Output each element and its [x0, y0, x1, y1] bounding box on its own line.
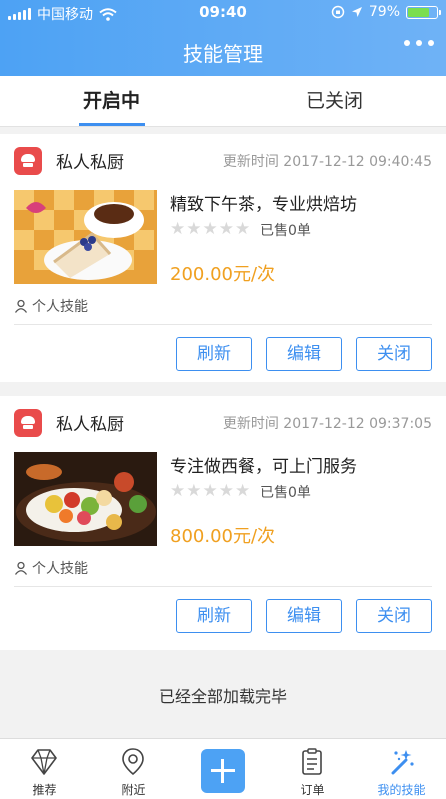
rotation-lock-icon: [331, 5, 345, 19]
tabbar-item-my-skills[interactable]: 我的技能: [357, 739, 446, 799]
refresh-button[interactable]: 刷新: [176, 337, 252, 371]
chef-hat-icon: [14, 147, 42, 175]
tabbar-item-orders[interactable]: 订单: [268, 739, 357, 799]
chef-hat-icon: [14, 409, 42, 437]
star-icon: ★: [235, 481, 251, 501]
status-tabs: 开启中 已关闭: [0, 76, 446, 127]
tabbar-item-recommend[interactable]: 推荐: [0, 739, 89, 799]
bottom-tab-bar: 推荐 附近 订单 我的技能: [0, 738, 446, 799]
skill-card[interactable]: 私人私厨 更新时间 2017-12-12 09:40:45 精致下午茶，专业烘焙…: [0, 134, 446, 382]
clipboard-icon: [302, 748, 322, 775]
edit-button[interactable]: 编辑: [266, 599, 342, 633]
more-dots-icon[interactable]: [404, 40, 434, 46]
magic-wand-icon: [391, 750, 414, 775]
price: 200.00元/次: [170, 264, 276, 285]
person-icon: [14, 299, 28, 313]
diamond-icon: [31, 749, 57, 775]
list-end-message: 已经全部加载完毕: [158, 687, 287, 706]
skill-title: 专注做西餐，可上门服务: [170, 457, 357, 477]
star-icon: ★: [170, 481, 186, 501]
tabbar-label: 推荐: [32, 783, 57, 797]
tabbar-label: 附近: [121, 783, 146, 797]
active-tab-indicator: [79, 123, 145, 126]
star-icon: ★: [186, 219, 202, 239]
rating-stars: ★ ★ ★ ★ ★: [170, 220, 250, 238]
battery-icon: [406, 5, 441, 19]
skill-type: 个人技能: [14, 558, 88, 578]
location-arrow-icon: [351, 7, 362, 17]
update-time: 更新时间 2017-12-12 09:40:45: [222, 154, 432, 170]
skill-title: 精致下午茶，专业烘焙坊: [170, 195, 357, 215]
star-icon: ★: [202, 219, 218, 239]
star-icon: ★: [218, 219, 234, 239]
divider: [14, 324, 432, 325]
update-time: 更新时间 2017-12-12 09:37:05: [222, 416, 432, 432]
star-icon: ★: [218, 481, 234, 501]
refresh-button[interactable]: 刷新: [176, 599, 252, 633]
star-icon: ★: [235, 219, 251, 239]
tabbar-item-nearby[interactable]: 附近: [89, 739, 178, 799]
close-button[interactable]: 关闭: [356, 599, 432, 633]
shop-name: 私人私厨: [56, 415, 124, 435]
skill-card[interactable]: 私人私厨 更新时间 2017-12-12 09:37:05 专注做西餐，可上门服…: [0, 396, 446, 650]
status-right: 79%: [331, 4, 441, 20]
tabbar-label: 订单: [300, 783, 325, 797]
battery-percent: 79%: [368, 4, 400, 20]
person-icon: [14, 561, 28, 575]
shop-name: 私人私厨: [56, 153, 124, 173]
skill-photo[interactable]: [14, 190, 157, 284]
skill-type-label: 个人技能: [32, 561, 88, 577]
star-icon: ★: [170, 219, 186, 239]
divider: [14, 586, 432, 587]
status-bar: 中国移动 09:40 79%: [0, 0, 446, 24]
close-button[interactable]: 关闭: [356, 337, 432, 371]
top-bar: 中国移动 09:40 79% 技能管理: [0, 0, 446, 76]
rating-stars: ★ ★ ★ ★ ★: [170, 482, 250, 500]
add-skill-button[interactable]: [201, 749, 245, 793]
edit-button[interactable]: 编辑: [266, 337, 342, 371]
tabbar-label: 我的技能: [377, 783, 426, 797]
page-title: 技能管理: [183, 42, 263, 66]
star-icon: ★: [186, 481, 202, 501]
location-pin-icon: [122, 748, 144, 776]
skill-type: 个人技能: [14, 296, 88, 316]
skill-type-label: 个人技能: [32, 299, 88, 315]
star-icon: ★: [202, 481, 218, 501]
skill-photo[interactable]: [14, 452, 157, 546]
tab-open[interactable]: 开启中: [0, 76, 223, 126]
price: 800.00元/次: [170, 526, 276, 547]
tab-closed[interactable]: 已关闭: [223, 76, 446, 126]
sold-count: 已售0单: [260, 223, 311, 239]
sold-count: 已售0单: [260, 485, 311, 501]
